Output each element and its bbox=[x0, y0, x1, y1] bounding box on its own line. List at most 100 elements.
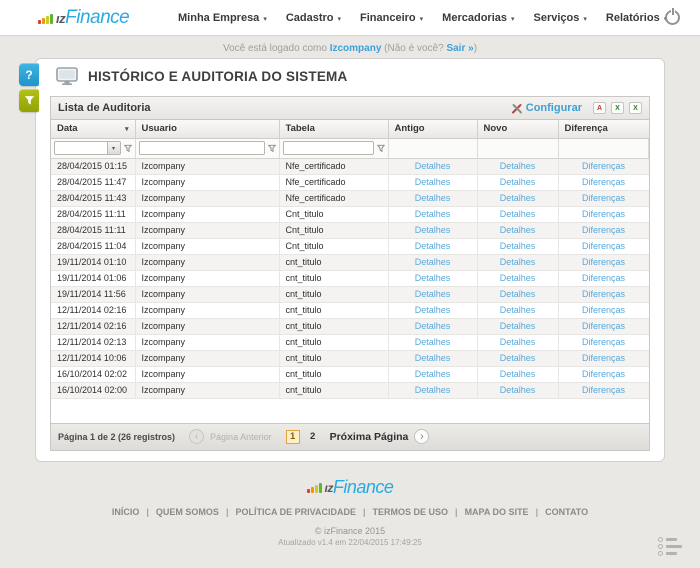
antigo-detalhes-link[interactable]: Detalhes bbox=[415, 177, 451, 187]
cell-tabela: Cnt_titulo bbox=[279, 206, 388, 222]
logged-user-link[interactable]: Izcompany bbox=[330, 43, 382, 54]
diferencas-link[interactable]: Diferenças bbox=[582, 321, 625, 331]
diferencas-link[interactable]: Diferenças bbox=[582, 385, 625, 395]
novo-detalhes-link[interactable]: Detalhes bbox=[500, 385, 536, 395]
cell-antigo-detalhes-link: Detalhes bbox=[388, 254, 477, 270]
footer-link[interactable]: MAPA DO SITE bbox=[465, 507, 529, 517]
cell-tabela: cnt_titulo bbox=[279, 350, 388, 366]
list-menu-icon[interactable] bbox=[658, 537, 682, 556]
antigo-detalhes-link[interactable]: Detalhes bbox=[415, 241, 451, 251]
audit-list-title: Lista de Auditoria bbox=[58, 102, 151, 114]
page-number-2[interactable]: 2 bbox=[306, 430, 320, 444]
menu-item-servicos[interactable]: Serviços▾ bbox=[534, 12, 587, 24]
antigo-detalhes-link[interactable]: Detalhes bbox=[415, 385, 451, 395]
diferencas-link[interactable]: Diferenças bbox=[582, 257, 625, 267]
menu-item-cadastro[interactable]: Cadastro▾ bbox=[286, 12, 341, 24]
diferencas-link[interactable]: Diferenças bbox=[582, 209, 625, 219]
tabela-filter-funnel-icon[interactable] bbox=[377, 144, 385, 153]
next-page-label[interactable]: Próxima Página bbox=[330, 431, 409, 443]
footer-link[interactable]: INÍCIO bbox=[112, 507, 140, 517]
novo-detalhes-link[interactable]: Detalhes bbox=[500, 193, 536, 203]
column-header-diferenca[interactable]: Diferença bbox=[558, 120, 649, 138]
page-number-current[interactable]: 1 bbox=[286, 430, 300, 444]
column-header-antigo[interactable]: Antigo bbox=[388, 120, 477, 138]
help-button[interactable]: ? bbox=[19, 63, 39, 86]
footer-link[interactable]: QUEM SOMOS bbox=[156, 507, 219, 517]
diferencas-link[interactable]: Diferenças bbox=[582, 305, 625, 315]
data-filter-select[interactable]: ▾ bbox=[54, 141, 121, 155]
diferencas-link[interactable]: Diferenças bbox=[582, 241, 625, 251]
diferencas-link[interactable]: Diferenças bbox=[582, 161, 625, 171]
diferencas-link[interactable]: Diferenças bbox=[582, 353, 625, 363]
cell-data: 12/11/2014 02:13 bbox=[51, 334, 135, 350]
novo-detalhes-link[interactable]: Detalhes bbox=[500, 273, 536, 283]
menu-item-minha-empresa[interactable]: Minha Empresa▾ bbox=[178, 12, 267, 24]
novo-detalhes-link[interactable]: Detalhes bbox=[500, 337, 536, 347]
novo-detalhes-link[interactable]: Detalhes bbox=[500, 241, 536, 251]
antigo-detalhes-link[interactable]: Detalhes bbox=[415, 289, 451, 299]
footer-link[interactable]: TERMOS DE USO bbox=[373, 507, 449, 517]
audit-table: Data ▾ Usuario Tabela Antigo Novo Difere… bbox=[51, 120, 649, 399]
next-page-arrow-icon[interactable]: › bbox=[414, 429, 429, 444]
logo-bars-icon bbox=[307, 483, 323, 496]
diferencas-link[interactable]: Diferenças bbox=[582, 177, 625, 187]
power-logout-icon[interactable] bbox=[665, 10, 680, 25]
footer-link[interactable]: POLÍTICA DE PRIVACIDADE bbox=[235, 507, 356, 517]
antigo-detalhes-link[interactable]: Detalhes bbox=[415, 193, 451, 203]
novo-detalhes-link[interactable]: Detalhes bbox=[500, 289, 536, 299]
novo-detalhes-link[interactable]: Detalhes bbox=[500, 353, 536, 363]
antigo-detalhes-link[interactable]: Detalhes bbox=[415, 305, 451, 315]
antigo-detalhes-link[interactable]: Detalhes bbox=[415, 257, 451, 267]
menu-item-financeiro[interactable]: Financeiro▾ bbox=[360, 12, 423, 24]
logout-link[interactable]: Sair » bbox=[446, 43, 473, 54]
separator: | bbox=[455, 507, 458, 517]
menu-item-relatorios[interactable]: Relatórios▾ bbox=[606, 12, 667, 24]
novo-detalhes-link[interactable]: Detalhes bbox=[500, 161, 536, 171]
diferencas-link[interactable]: Diferenças bbox=[582, 225, 625, 235]
configure-link[interactable]: Configurar bbox=[511, 102, 582, 114]
novo-detalhes-link[interactable]: Detalhes bbox=[500, 209, 536, 219]
csv-export-icon[interactable]: X bbox=[629, 102, 642, 114]
previous-page-arrow-icon: ‹ bbox=[189, 429, 204, 444]
diferencas-link[interactable]: Diferenças bbox=[582, 337, 625, 347]
data-filter-funnel-icon[interactable] bbox=[124, 144, 132, 153]
novo-detalhes-link[interactable]: Detalhes bbox=[500, 305, 536, 315]
antigo-detalhes-link[interactable]: Detalhes bbox=[415, 209, 451, 219]
antigo-detalhes-link[interactable]: Detalhes bbox=[415, 321, 451, 331]
diferencas-link[interactable]: Diferenças bbox=[582, 289, 625, 299]
cell-usuario: Izcompany bbox=[135, 222, 279, 238]
column-header-tabela[interactable]: Tabela bbox=[279, 120, 388, 138]
column-header-data[interactable]: Data ▾ bbox=[51, 120, 135, 138]
usuario-filter-funnel-icon[interactable] bbox=[268, 144, 276, 153]
menu-item-mercadorias[interactable]: Mercadorias▾ bbox=[442, 12, 514, 24]
xls-export-icon[interactable]: X bbox=[611, 102, 624, 114]
novo-detalhes-link[interactable]: Detalhes bbox=[500, 257, 536, 267]
tabela-filter-input[interactable] bbox=[283, 141, 374, 155]
diferencas-link[interactable]: Diferenças bbox=[582, 193, 625, 203]
usuario-filter-input[interactable] bbox=[139, 141, 265, 155]
cell-tabela: cnt_titulo bbox=[279, 286, 388, 302]
antigo-detalhes-link[interactable]: Detalhes bbox=[415, 337, 451, 347]
antigo-detalhes-link[interactable]: Detalhes bbox=[415, 225, 451, 235]
novo-detalhes-link[interactable]: Detalhes bbox=[500, 177, 536, 187]
menu-item-label: Cadastro bbox=[286, 12, 334, 24]
column-header-usuario[interactable]: Usuario bbox=[135, 120, 279, 138]
antigo-detalhes-link[interactable]: Detalhes bbox=[415, 353, 451, 363]
novo-detalhes-link[interactable]: Detalhes bbox=[500, 225, 536, 235]
novo-detalhes-link[interactable]: Detalhes bbox=[500, 369, 536, 379]
footer-link[interactable]: CONTATO bbox=[545, 507, 588, 517]
filter-button[interactable] bbox=[19, 89, 39, 112]
audit-list-box: Lista de Auditoria Configurar A X X bbox=[50, 96, 650, 451]
column-header-novo[interactable]: Novo bbox=[477, 120, 558, 138]
antigo-detalhes-link[interactable]: Detalhes bbox=[415, 161, 451, 171]
monitor-icon bbox=[56, 67, 78, 86]
cell-usuario: Izcompany bbox=[135, 190, 279, 206]
table-row: 12/11/2014 02:13Izcompanycnt_tituloDetal… bbox=[51, 334, 649, 350]
diferencas-link[interactable]: Diferenças bbox=[582, 273, 625, 283]
app-logo: ız Finance bbox=[38, 8, 129, 27]
antigo-detalhes-link[interactable]: Detalhes bbox=[415, 369, 451, 379]
novo-detalhes-link[interactable]: Detalhes bbox=[500, 321, 536, 331]
pdf-export-icon[interactable]: A bbox=[593, 102, 606, 114]
diferencas-link[interactable]: Diferenças bbox=[582, 369, 625, 379]
antigo-detalhes-link[interactable]: Detalhes bbox=[415, 273, 451, 283]
